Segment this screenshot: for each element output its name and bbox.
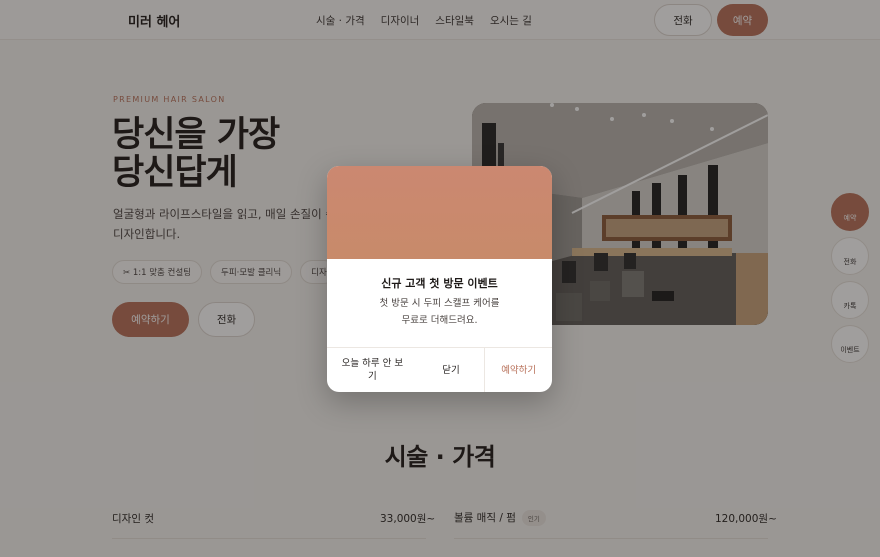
popup-actions: 오늘 하루 안 보기 닫기 예약하기 xyxy=(327,347,552,392)
popup-book-button[interactable]: 예약하기 xyxy=(484,348,552,392)
event-description: 첫 방문 시 두피 스캘프 케어를 무료로 더해드려요. xyxy=(379,298,500,326)
event-title: 신규 고객 첫 방문 이벤트 xyxy=(381,277,498,290)
event-popup: 신규 고객 첫 방문 이벤트 첫 방문 시 두피 스캘프 케어를 무료로 더해드… xyxy=(327,166,552,392)
event-banner xyxy=(327,166,552,259)
close-button[interactable]: 닫기 xyxy=(418,348,485,392)
dismiss-today-button[interactable]: 오늘 하루 안 보기 xyxy=(327,348,418,392)
